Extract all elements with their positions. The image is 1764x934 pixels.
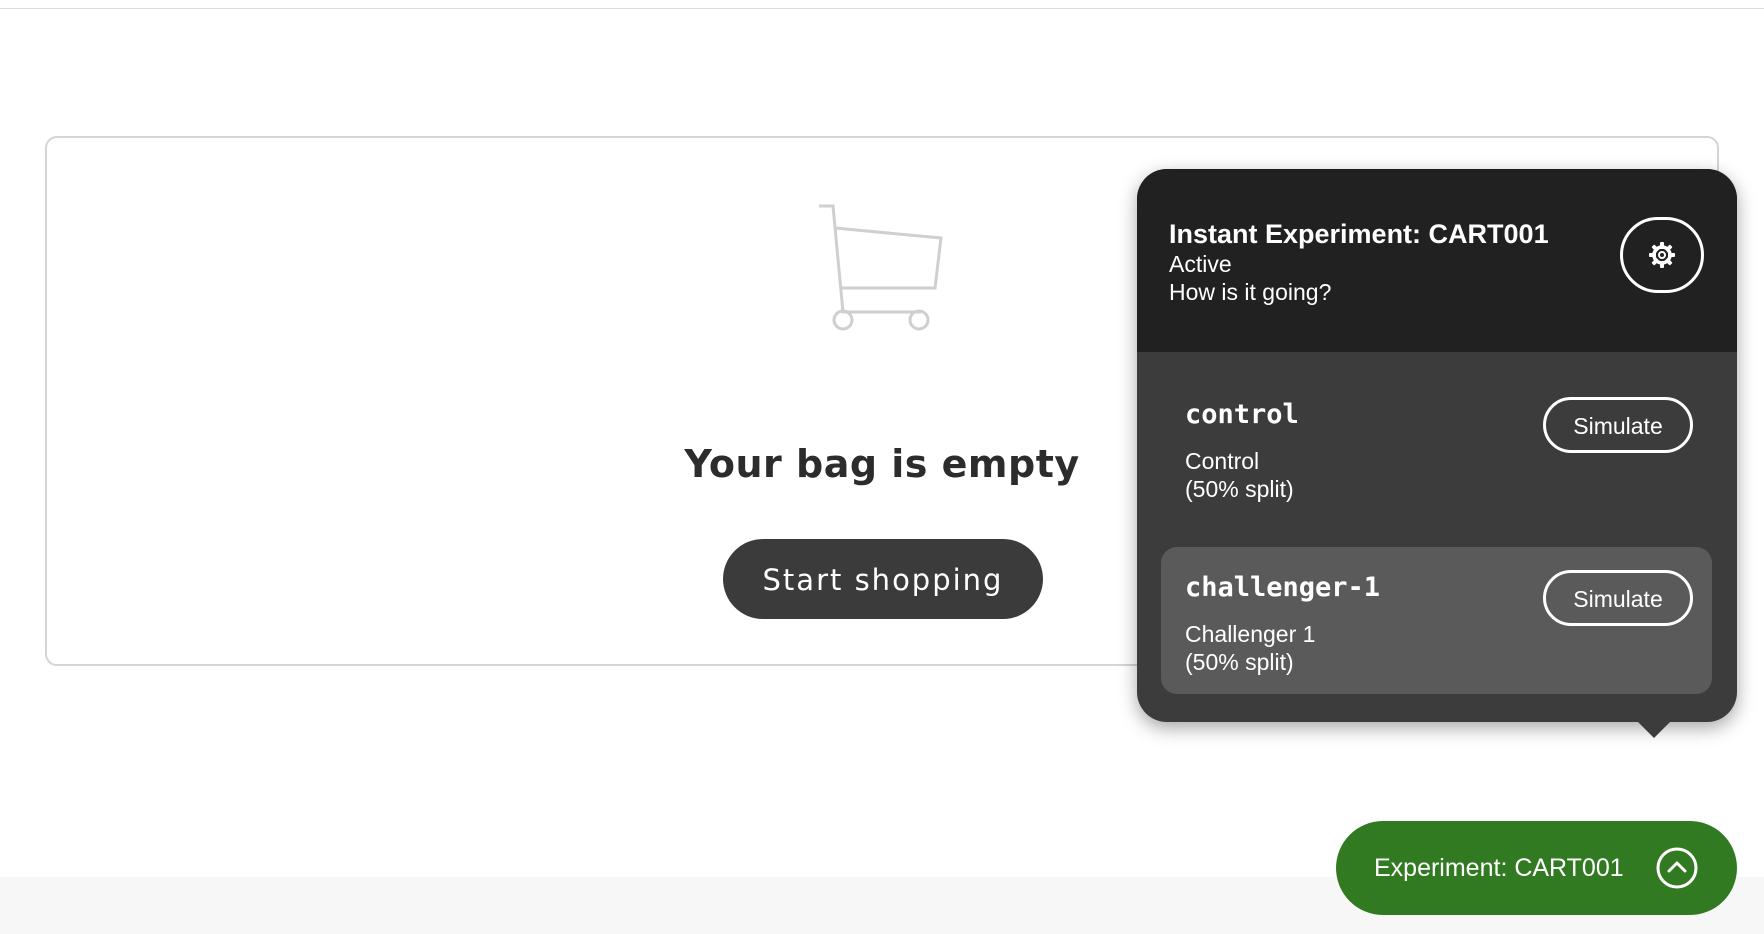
variant-name: challenger-1 bbox=[1185, 572, 1381, 603]
settings-button[interactable] bbox=[1620, 217, 1704, 293]
shopping-cart-icon bbox=[819, 204, 943, 331]
experiment-toggle-label: Experiment: CART001 bbox=[1374, 854, 1624, 882]
variant-description: Challenger 1 bbox=[1185, 621, 1316, 647]
experiment-toggle-button[interactable]: Experiment: CART001 bbox=[1336, 821, 1737, 915]
variant-name: control bbox=[1185, 399, 1299, 430]
experiment-status: Active bbox=[1169, 251, 1232, 277]
start-shopping-button[interactable]: Start shopping bbox=[723, 539, 1043, 619]
gear-icon bbox=[1649, 242, 1675, 268]
variant-description: Control bbox=[1185, 448, 1260, 474]
variant-control[interactable]: control Control (50% split) Simulate bbox=[1161, 374, 1712, 521]
popover-header: Instant Experiment: CART001 Active How i… bbox=[1137, 169, 1737, 352]
simulate-control-button[interactable]: Simulate bbox=[1543, 397, 1693, 453]
experiment-popover: Instant Experiment: CART001 Active How i… bbox=[1137, 169, 1737, 722]
experiment-title: Instant Experiment: CART001 bbox=[1169, 219, 1549, 249]
experiment-question: How is it going? bbox=[1169, 279, 1332, 305]
variant-split: (50% split) bbox=[1185, 649, 1294, 675]
simulate-challenger-1-button[interactable]: Simulate bbox=[1543, 570, 1693, 626]
variant-split: (50% split) bbox=[1185, 476, 1294, 502]
chevron-up-icon bbox=[1656, 847, 1698, 889]
variant-challenger-1[interactable]: challenger-1 Challenger 1 (50% split) Si… bbox=[1161, 547, 1712, 694]
popover-pointer bbox=[1624, 708, 1684, 738]
top-divider bbox=[0, 8, 1764, 9]
